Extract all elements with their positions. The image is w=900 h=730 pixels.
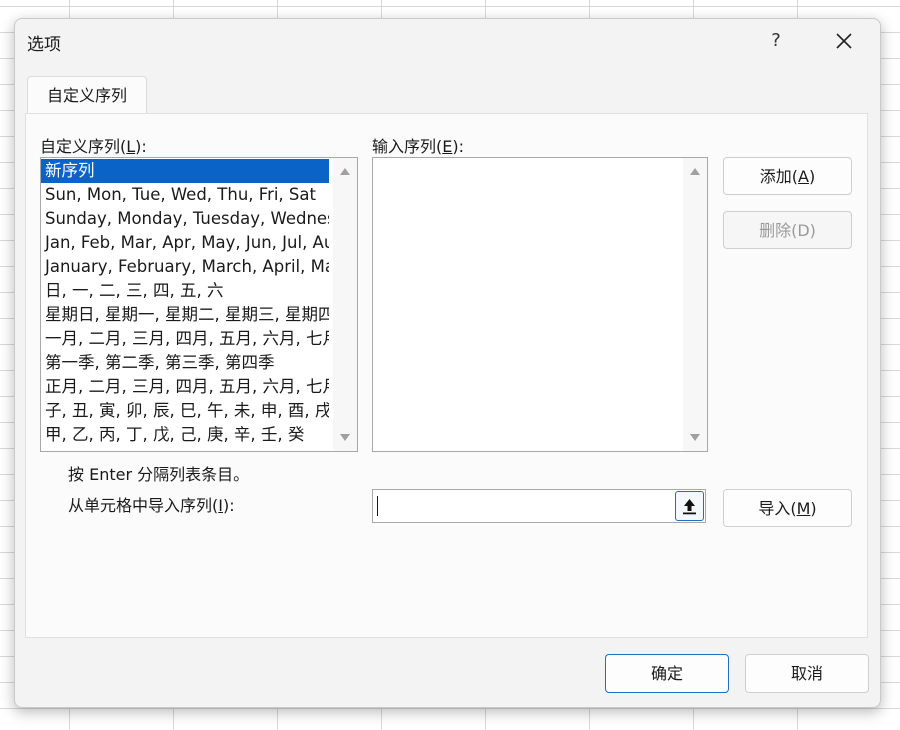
list-item[interactable]: 正月, 二月, 三月, 四月, 五月, 六月, 七月, 八月, 九月, 十月, … [41, 375, 329, 399]
list-item[interactable]: 第一季, 第二季, 第三季, 第四季 [41, 351, 329, 375]
arrow-up-icon[interactable] [340, 168, 350, 175]
list-item[interactable]: January, February, March, April, May, Ju… [41, 255, 329, 279]
arrow-down-icon[interactable] [340, 434, 350, 441]
list-item[interactable]: Sun, Mon, Tue, Wed, Thu, Fri, Sat [41, 183, 329, 207]
custom-lists-label: 自定义序列(L): [40, 137, 147, 156]
entries-scrollbar[interactable] [683, 158, 707, 451]
list-item[interactable]: 新序列 [41, 159, 329, 183]
add-button[interactable]: 添加(A) [723, 157, 852, 195]
collapse-dialog-icon [683, 499, 696, 515]
list-entries-label: 输入序列(E): [372, 137, 464, 156]
close-icon [836, 33, 852, 49]
list-entries-textarea[interactable] [372, 157, 708, 452]
import-from-cells-label: 从单元格中导入序列(I): [68, 496, 235, 515]
list-item[interactable]: 子, 丑, 寅, 卯, 辰, 巳, 午, 未, 申, 酉, 戌, 亥 [41, 399, 329, 423]
import-button[interactable]: 导入(M) [723, 489, 852, 527]
dialog-title: 选项 [27, 35, 61, 55]
ok-button[interactable]: 确定 [605, 654, 729, 693]
cancel-button[interactable]: 取消 [745, 654, 869, 693]
import-range-input[interactable] [372, 489, 706, 523]
custom-lists-listbox[interactable]: 新序列 Sun, Mon, Tue, Wed, Thu, Fri, Sat Sund… [40, 157, 358, 452]
text-caret [377, 496, 378, 516]
list-item[interactable]: 星期日, 星期一, 星期二, 星期三, 星期四, 星期五, 星期六 [41, 303, 329, 327]
list-items: 新序列 Sun, Mon, Tue, Wed, Thu, Fri, Sat Sund… [41, 159, 331, 447]
arrow-up-icon[interactable] [690, 168, 700, 175]
delete-button[interactable]: 删除(D) [723, 211, 852, 249]
collapse-dialog-button[interactable] [675, 491, 704, 521]
list-item[interactable]: 一月, 二月, 三月, 四月, 五月, 六月, 七月, 八月, 九月, 十月, … [41, 327, 329, 351]
list-item[interactable]: Sunday, Monday, Tuesday, Wednesday, Thur… [41, 207, 329, 231]
list-item[interactable]: Jan, Feb, Mar, Apr, May, Jun, Jul, Aug, … [41, 231, 329, 255]
title-bar: 选项 ? [15, 19, 880, 63]
list-scrollbar[interactable] [333, 158, 357, 451]
list-item[interactable]: 日, 一, 二, 三, 四, 五, 六 [41, 279, 329, 303]
list-item[interactable]: 甲, 乙, 丙, 丁, 戊, 己, 庚, 辛, 壬, 癸 [41, 423, 329, 447]
options-dialog: 选项 ? 自定义序列 自定义序列(L): 新序列 Sun, Mon, Tue, W… [14, 18, 881, 708]
close-button[interactable] [829, 27, 859, 55]
tab-custom-lists[interactable]: 自定义序列 [27, 76, 147, 115]
help-button[interactable]: ? [765, 29, 787, 53]
arrow-down-icon[interactable] [690, 434, 700, 441]
hint-text: 按 Enter 分隔列表条目。 [68, 465, 250, 484]
